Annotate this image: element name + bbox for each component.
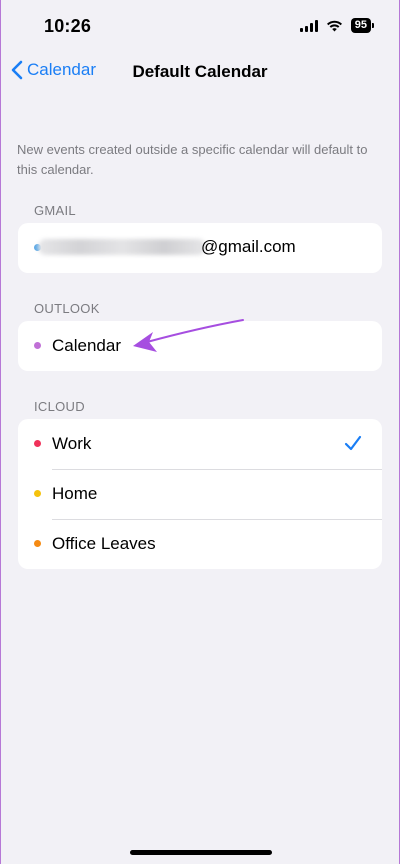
calendar-row-office-leaves[interactable]: Office Leaves	[18, 519, 382, 569]
signal-icon	[299, 19, 318, 32]
calendar-color-dot	[34, 490, 41, 497]
calendar-color-dot	[34, 342, 41, 349]
calendar-label: Office Leaves	[52, 534, 156, 553]
redacted-email	[38, 239, 206, 255]
gmail-account-row[interactable]: @gmail.com	[18, 223, 382, 273]
email-suffix: @gmail.com	[201, 237, 296, 256]
icloud-group: Work Home Office Leaves	[18, 419, 382, 569]
checkmark-icon	[344, 435, 362, 451]
calendar-label: Calendar	[52, 336, 121, 355]
calendar-row-home[interactable]: Home	[18, 469, 382, 519]
navigation-bar: Calendar Default Calendar	[1, 54, 399, 90]
home-indicator[interactable]	[130, 850, 272, 855]
gmail-group: @gmail.com	[18, 223, 382, 273]
description-text: New events created outside a specific ca…	[17, 142, 368, 177]
section-header-outlook: OUTLOOK	[34, 301, 100, 316]
status-time: 10:26	[44, 16, 92, 36]
calendar-label: Home	[52, 484, 98, 503]
calendar-row-work[interactable]: Work	[18, 419, 382, 469]
page-title: Default Calendar	[132, 62, 268, 81]
status-bar: 10:26 95	[1, 0, 399, 54]
battery-icon: 95	[350, 18, 375, 33]
calendar-color-dot	[34, 540, 41, 547]
section-header-icloud: ICLOUD	[34, 399, 85, 414]
wifi-icon	[326, 20, 342, 31]
calendar-color-dot	[34, 440, 41, 447]
calendar-label: Work	[52, 434, 92, 453]
status-icons: 95	[299, 18, 375, 33]
annotation-arrow-icon	[133, 319, 244, 352]
section-header-gmail: GMAIL	[34, 203, 76, 218]
